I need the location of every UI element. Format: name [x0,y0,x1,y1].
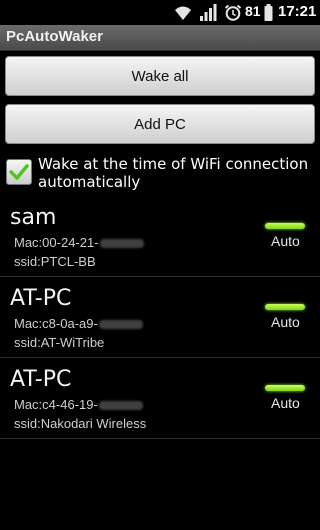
status-indicator [265,223,305,229]
auto-wake-label: Wake at the time of WiFi connection auto… [38,155,309,191]
auto-wake-checkbox[interactable] [6,159,32,185]
redacted-mac-blur [99,239,144,249]
wake-all-button[interactable]: Wake all [5,56,315,96]
battery-icon [264,4,273,21]
pc-mac: Mac:c4-46-19- [14,397,143,412]
signal-icon [200,4,217,21]
app-title-bar: PcAutoWaker [0,25,320,51]
auto-wake-option[interactable]: Wake at the time of WiFi connection auto… [4,155,316,195]
pc-name: AT-PC [10,286,72,311]
pc-ssid: ssid:PTCL-BB [14,254,96,269]
pc-list-item[interactable]: sam Mac:00-24-21- ssid:PTCL-BB Auto [0,196,320,277]
status-bar: 81 17:21 [0,0,320,25]
wake-mode-label[interactable]: Auto [271,395,300,411]
pc-mac: Mac:00-24-21- [14,235,144,250]
pc-name: AT-PC [10,367,72,392]
pc-list-item[interactable]: AT-PC Mac:c4-46-19- ssid:Nakodari Wirele… [0,358,320,439]
clock: 17:21 [278,3,317,20]
status-indicator [265,304,305,310]
checkmark-icon [9,164,29,180]
redacted-mac-blur [98,320,143,330]
add-pc-button[interactable]: Add PC [5,104,315,144]
pc-list-item[interactable]: AT-PC Mac:c8-0a-a9- ssid:AT-WiTribe Auto [0,277,320,358]
pc-ssid: ssid:AT-WiTribe [14,335,105,350]
pc-mac: Mac:c8-0a-a9- [14,316,143,331]
pc-ssid: ssid:Nakodari Wireless [14,416,147,431]
wake-mode-label[interactable]: Auto [271,314,300,330]
pc-name: sam [10,205,57,230]
wifi-icon [175,6,191,20]
status-indicator [265,385,305,391]
wake-mode-label[interactable]: Auto [271,233,300,249]
battery-percent: 81 [245,3,261,19]
alarm-icon [224,4,242,21]
redacted-mac-blur [98,401,143,411]
app-title: PcAutoWaker [6,28,103,45]
